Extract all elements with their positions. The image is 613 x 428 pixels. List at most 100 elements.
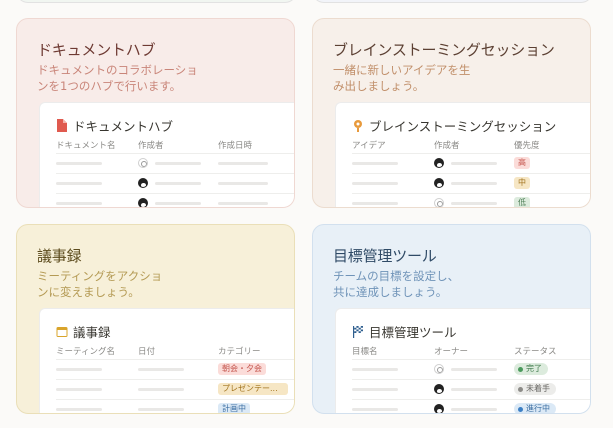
preview-header: 目標管理ツール bbox=[352, 322, 457, 341]
status-dot bbox=[518, 386, 523, 392]
template-card-goal-tracker[interactable]: 目標管理ツール チームの目標を設定し、共に達成しましょう。 目標管理ツール 目標… bbox=[312, 224, 591, 414]
card-top-right-edge[interactable] bbox=[312, 0, 593, 3]
status-badge: 進行中 bbox=[514, 403, 556, 413]
status-label: 未着手 bbox=[526, 384, 550, 393]
category-tag: 朝会・夕会 bbox=[218, 363, 266, 375]
avatar bbox=[434, 404, 444, 413]
column-header: ステータス bbox=[514, 347, 557, 357]
status-badge: 完了 bbox=[514, 363, 548, 375]
category-tag: 計画中 bbox=[218, 403, 250, 413]
placeholder-bar bbox=[451, 182, 497, 185]
placeholder-bar bbox=[451, 388, 497, 391]
preview-header: ブレインストーミングセッション bbox=[352, 116, 556, 135]
placeholder-bar bbox=[352, 182, 398, 185]
placeholder-bar bbox=[56, 162, 102, 165]
card-title: ドキュメントハブ bbox=[37, 41, 156, 59]
placeholder-bar bbox=[218, 162, 268, 165]
table-row bbox=[56, 173, 294, 194]
table-row bbox=[56, 153, 294, 174]
lightbulb-pin-icon bbox=[354, 120, 362, 132]
template-preview: ブレインストーミングセッション アイデア 作成者 優先度 高 中 低 bbox=[335, 102, 590, 207]
status-label: 完了 bbox=[526, 364, 542, 373]
status-dot bbox=[518, 406, 523, 412]
avatar bbox=[434, 364, 444, 374]
placeholder-bar bbox=[56, 368, 102, 371]
preview-header: ドキュメントハブ bbox=[56, 116, 173, 135]
avatar bbox=[138, 198, 148, 207]
avatar bbox=[434, 178, 444, 188]
table-row: 進行中 bbox=[352, 399, 590, 413]
column-header: 作成日時 bbox=[218, 141, 253, 151]
column-header: 優先度 bbox=[514, 141, 540, 151]
table-row: 中 bbox=[352, 173, 590, 194]
placeholder-bar bbox=[352, 388, 398, 391]
template-preview: 目標管理ツール 目標名 オーナー ステータス 完了 未着手 進行中 bbox=[335, 308, 590, 413]
calendar-icon bbox=[56, 327, 68, 337]
preview-header: 議事録 bbox=[56, 322, 111, 341]
placeholder-bar bbox=[451, 202, 497, 205]
card-description: ドキュメントのコラボレーションを1つのハブで行います。 bbox=[37, 63, 198, 93]
preview-title: 目標管理ツール bbox=[369, 325, 457, 340]
preview-title: ドキュメントハブ bbox=[73, 119, 174, 134]
template-card-meeting-minutes[interactable]: 議事録 ミーティングをアクションに変えましょう。 議事録 ミーティング名 日付 … bbox=[16, 224, 295, 414]
placeholder-bar bbox=[56, 182, 102, 185]
template-card-document-hub[interactable]: ドキュメントハブ ドキュメントのコラボレーションを1つのハブで行います。 ドキュ… bbox=[16, 18, 295, 208]
placeholder-bar bbox=[138, 368, 184, 371]
placeholder-bar bbox=[56, 408, 102, 411]
placeholder-bar bbox=[218, 182, 268, 185]
priority-tag: 高 bbox=[514, 157, 530, 169]
placeholder-bar bbox=[155, 182, 201, 185]
table-row: 低 bbox=[352, 193, 590, 207]
priority-tag: 中 bbox=[514, 177, 530, 189]
avatar bbox=[138, 178, 148, 188]
column-header: カテゴリー bbox=[218, 347, 261, 357]
column-header: ミーティング名 bbox=[56, 347, 115, 357]
placeholder-bar bbox=[352, 368, 398, 371]
avatar bbox=[138, 158, 148, 168]
table-row bbox=[56, 193, 294, 207]
status-badge: 未着手 bbox=[514, 383, 556, 395]
placeholder-bar bbox=[352, 202, 398, 205]
status-label: 進行中 bbox=[526, 404, 550, 413]
avatar bbox=[434, 384, 444, 394]
card-title: 議事録 bbox=[37, 247, 82, 265]
card-description: チームの目標を設定し、共に達成しましょう。 bbox=[333, 269, 460, 299]
column-header: ドキュメント名 bbox=[56, 141, 116, 151]
avatar bbox=[434, 158, 444, 168]
card-title: ブレインストーミングセッション bbox=[333, 41, 555, 59]
placeholder-bar bbox=[352, 162, 398, 165]
card-top-left-edge[interactable] bbox=[16, 0, 297, 3]
template-preview: 議事録 ミーティング名 日付 カテゴリー 朝会・夕会 プレゼンテー... 計画中 bbox=[39, 308, 294, 413]
placeholder-bar bbox=[451, 408, 497, 411]
table-row: 高 bbox=[352, 153, 590, 174]
placeholder-bar bbox=[218, 202, 268, 205]
column-header: 日付 bbox=[138, 347, 156, 357]
table-row: 完了 bbox=[352, 359, 590, 380]
priority-tag: 低 bbox=[514, 197, 530, 207]
category-tag: プレゼンテー... bbox=[218, 383, 288, 395]
status-dot bbox=[518, 366, 523, 372]
template-preview: ドキュメントハブ ドキュメント名 作成者 作成日時 bbox=[39, 102, 294, 207]
table-row: 計画中 bbox=[56, 399, 294, 413]
placeholder-bar bbox=[56, 388, 102, 391]
preview-title: 議事録 bbox=[73, 325, 111, 340]
placeholder-bar bbox=[155, 162, 201, 165]
placeholder-bar bbox=[138, 388, 184, 391]
placeholder-bar bbox=[138, 408, 184, 411]
column-header: オーナー bbox=[434, 347, 469, 357]
placeholder-bar bbox=[155, 202, 201, 205]
flag-icon bbox=[353, 326, 363, 338]
avatar bbox=[434, 198, 444, 207]
column-header: 作成者 bbox=[138, 141, 164, 151]
column-header: アイデア bbox=[352, 141, 386, 151]
placeholder-bar bbox=[352, 408, 398, 411]
card-description: 一緒に新しいアイデアを生み出しましょう。 bbox=[333, 63, 471, 93]
placeholder-bar bbox=[451, 162, 497, 165]
table-row: プレゼンテー... bbox=[56, 379, 294, 400]
column-header: 目標名 bbox=[352, 347, 378, 357]
column-header: 作成者 bbox=[434, 141, 460, 151]
placeholder-bar bbox=[56, 202, 102, 205]
card-title: 目標管理ツール bbox=[333, 247, 437, 265]
template-card-brainstorming[interactable]: ブレインストーミングセッション 一緒に新しいアイデアを生み出しましょう。 ブレイ… bbox=[312, 18, 591, 208]
table-row: 朝会・夕会 bbox=[56, 359, 294, 380]
